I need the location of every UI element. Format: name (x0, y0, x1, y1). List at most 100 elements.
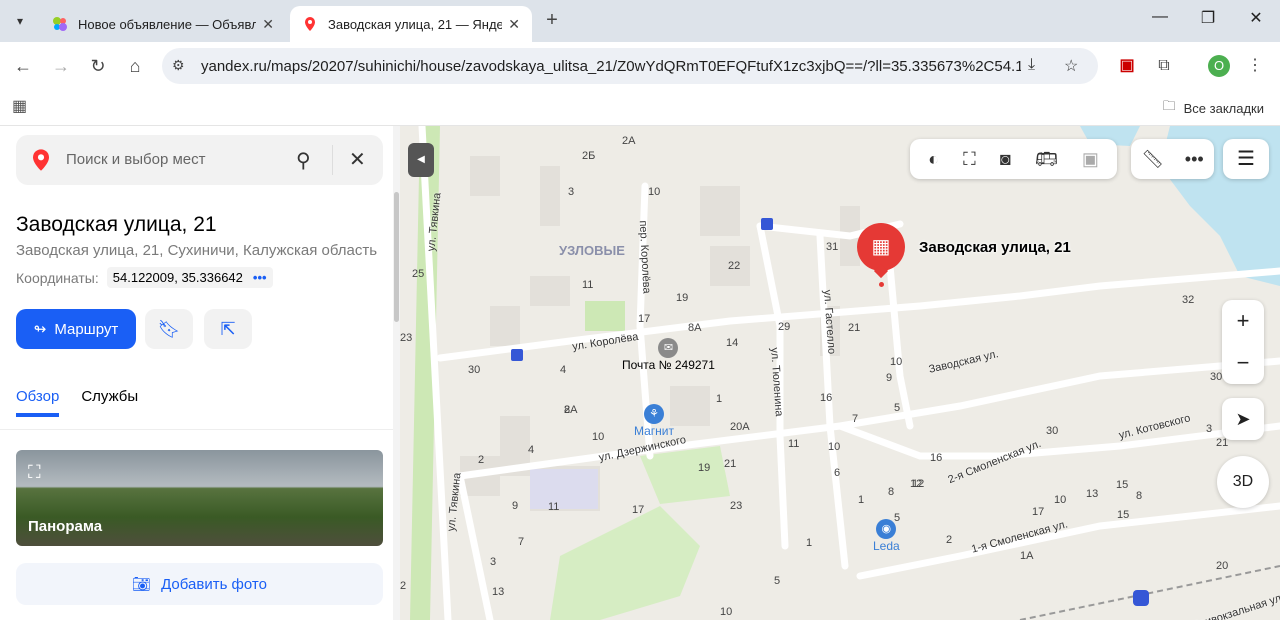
house-number: 21 (848, 322, 861, 334)
house-number: 15 (1116, 479, 1129, 491)
zoom-out-button[interactable]: − (1222, 342, 1264, 384)
panel-scrollbar[interactable] (393, 126, 400, 620)
place-title: Заводская улица, 21 (16, 213, 217, 236)
close-window-icon[interactable]: ✕ (1236, 8, 1276, 28)
house-number: 22 (728, 260, 741, 272)
install-app-icon[interactable]: ⤓ (1028, 56, 1035, 74)
panorama-card[interactable]: ⛶ Панорама (16, 450, 383, 546)
camera-plus-icon: 📷︎ (132, 576, 152, 593)
magnit-label: Магнит (634, 424, 675, 438)
house-number: 11 (548, 501, 560, 513)
house-number: 1А (1020, 550, 1034, 562)
house-number: 4 (560, 364, 567, 376)
home-icon[interactable]: ⌂ (123, 54, 147, 78)
collapse-panel-button[interactable]: ◀ (408, 143, 434, 177)
share-icon: ⇱ (220, 318, 236, 339)
tab-new-ad[interactable]: Новое объявление — Объявл ✕ (40, 6, 286, 42)
more-dots-icon[interactable]: ••• (253, 270, 267, 285)
search-input[interactable]: Поиск и выбор мест (66, 151, 206, 168)
traffic-layer-icon[interactable]: ▣ (1082, 149, 1099, 170)
tab-overview[interactable]: Обзор (16, 388, 60, 417)
tab-services[interactable]: Службы (81, 388, 138, 417)
house-number: 6 (834, 467, 841, 479)
mail-icon: ✉ (658, 338, 679, 358)
site-settings-icon[interactable]: ⚙ (172, 57, 185, 74)
layers-icon[interactable]: ◐ (928, 149, 939, 170)
folder-icon: 🗀 (1162, 98, 1176, 113)
house-number: 11 (582, 279, 594, 291)
tab-close-icon[interactable]: ✕ (508, 16, 520, 33)
house-number: 1 (716, 393, 723, 405)
house-number: 21 (724, 458, 737, 470)
zoom-control: + − (1222, 300, 1264, 384)
map-canvas[interactable]: ◀ ◐ ⛶ ◙ 🚌︎ ▣ 📏︎ ••• ☰ + − ➤ 3D ▦ Заводск… (400, 126, 1280, 620)
house-number: 7 (852, 413, 859, 425)
bookmark-star-icon[interactable]: ☆ (1064, 56, 1078, 76)
panorama-icon: ⛶ (28, 462, 41, 482)
house-number: 13 (1086, 488, 1099, 500)
address-bar[interactable]: ⚙ yandex.ru/maps/20207/suhinichi/house/z… (162, 48, 1098, 84)
route-button[interactable]: ↬ Маршрут (16, 309, 136, 349)
house-number: 8А (688, 322, 702, 334)
share-button[interactable]: ⇱ (204, 309, 252, 349)
reload-icon[interactable]: ↻ (86, 54, 110, 78)
house-number: 30 (468, 364, 481, 376)
close-icon[interactable]: ✕ (349, 147, 366, 172)
house-number: 2 (946, 534, 953, 546)
search-icon[interactable]: ⚲ (296, 148, 311, 173)
new-tab-button[interactable]: + (540, 8, 564, 32)
zoom-in-button[interactable]: + (1222, 300, 1264, 342)
more-tools-icon[interactable]: ••• (1185, 149, 1204, 170)
3d-button[interactable]: 3D (1217, 456, 1269, 508)
minimize-icon[interactable]: — (1140, 8, 1180, 26)
house-number: 32 (1182, 294, 1195, 306)
tab-title: Заводская улица, 21 — Яндекс (328, 16, 503, 32)
ruler-icon[interactable]: 📏︎ (1141, 149, 1164, 170)
extensions-icon[interactable]: ⧉ (1152, 54, 1176, 78)
bookmark-button[interactable]: 🔖︎ (145, 309, 193, 349)
leda-poi[interactable]: ◉ Leda (873, 519, 900, 553)
house-number: 16 (820, 392, 833, 404)
photo-layer-icon[interactable]: ◙ (1000, 149, 1011, 170)
house-number: 5 (774, 575, 781, 587)
coords-value-box[interactable]: 54.122009, 35.336642 ••• (106, 267, 273, 288)
house-number: 1 (858, 494, 865, 506)
ads-favicon-icon (53, 17, 67, 31)
search-box[interactable]: Поиск и выбор мест ⚲ ✕ (16, 135, 383, 185)
all-bookmarks-button[interactable]: 🗀 Все закладки (1163, 97, 1264, 119)
forward-icon[interactable]: → (49, 54, 73, 78)
marker-point (879, 282, 884, 287)
back-icon[interactable]: ← (11, 54, 35, 78)
browser-tab-bar: ▾ Новое объявление — Объявл ✕ Заводская … (0, 0, 1280, 42)
house-number: 20 (1216, 560, 1229, 572)
pdf-extension-icon[interactable]: ▣ (1115, 54, 1139, 78)
house-number: 21 (1216, 437, 1229, 449)
url-text[interactable]: yandex.ru/maps/20207/suhinichi/house/zav… (201, 58, 1021, 75)
my-location-button[interactable]: ➤ (1222, 398, 1264, 440)
house-number: 12 (910, 478, 923, 490)
map-menu-icon[interactable]: ☰ (1223, 139, 1269, 179)
marker-label[interactable]: Заводская улица, 21 (919, 239, 1071, 256)
house-number: 8 (888, 486, 895, 498)
house-number: 23 (730, 500, 743, 512)
house-number: 5 (894, 402, 901, 414)
scrollbar-thumb[interactable] (394, 192, 399, 322)
browser-menu-icon[interactable]: ⋮ (1243, 54, 1267, 78)
tab-search-button[interactable]: ▾ (6, 7, 34, 35)
house-number: 5 (894, 512, 901, 524)
bookmark-icon: 🔖︎ (157, 318, 181, 339)
profile-avatar[interactable]: О (1208, 55, 1230, 77)
map-layers-toolbar: ◐ ⛶ ◙ 🚌︎ ▣ (910, 139, 1117, 179)
house-number: 4 (528, 444, 535, 456)
panorama-layer-icon[interactable]: ⛶ (963, 149, 976, 170)
restore-icon[interactable]: ❐ (1188, 8, 1228, 28)
tab-close-icon[interactable]: ✕ (262, 16, 274, 33)
add-photo-button[interactable]: 📷︎ Добавить фото (16, 563, 383, 605)
tab-yandex-maps[interactable]: Заводская улица, 21 — Яндекс ✕ (290, 6, 532, 42)
magnit-poi[interactable]: ⚘ Магнит (634, 404, 674, 438)
map-tools-toolbar: 📏︎ ••• (1131, 139, 1214, 179)
transit-layer-icon[interactable]: 🚌︎ (1035, 149, 1058, 170)
tabs-divider (0, 429, 393, 430)
apps-grid-icon[interactable]: ▦ (12, 96, 27, 116)
place-address: Заводская улица, 21, Сухиничи, Калужская… (16, 242, 378, 259)
